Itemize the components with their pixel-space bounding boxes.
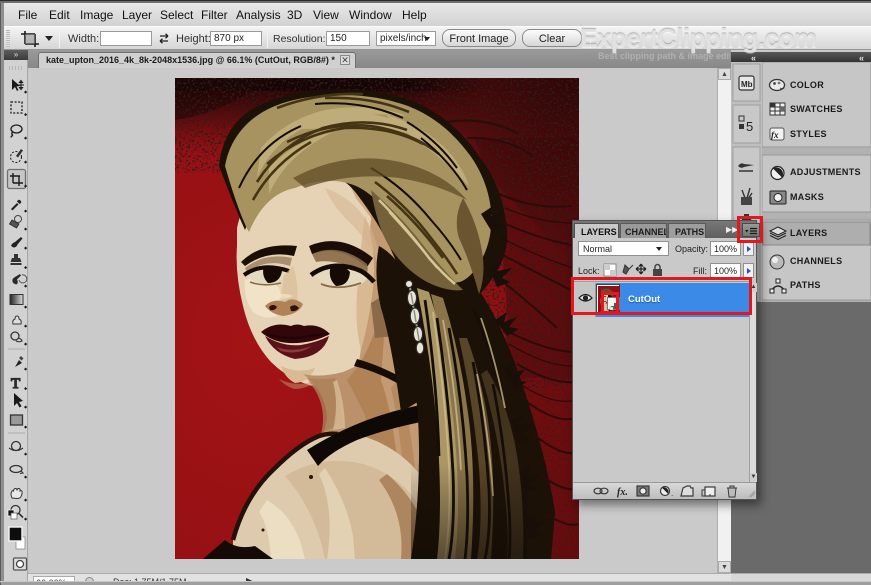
svg-text:5: 5 xyxy=(746,119,753,134)
svg-text:CHANNELS: CHANNELS xyxy=(790,256,842,266)
svg-text:ADJUSTMENTS: ADJUSTMENTS xyxy=(790,167,861,177)
svg-text:MASKS: MASKS xyxy=(790,192,824,202)
svg-text:PATHS: PATHS xyxy=(790,280,821,290)
svg-text:fx: fx xyxy=(771,130,779,140)
svg-text:STYLES: STYLES xyxy=(790,129,827,139)
svg-text:SWATCHES: SWATCHES xyxy=(790,104,843,114)
svg-text:.: . xyxy=(671,489,673,498)
svg-text:T: T xyxy=(11,376,20,392)
svg-text:Mb: Mb xyxy=(741,80,753,89)
svg-text:LAYERS: LAYERS xyxy=(790,228,827,238)
svg-text:COLOR: COLOR xyxy=(790,80,824,90)
svg-text:fx.: fx. xyxy=(617,487,628,498)
